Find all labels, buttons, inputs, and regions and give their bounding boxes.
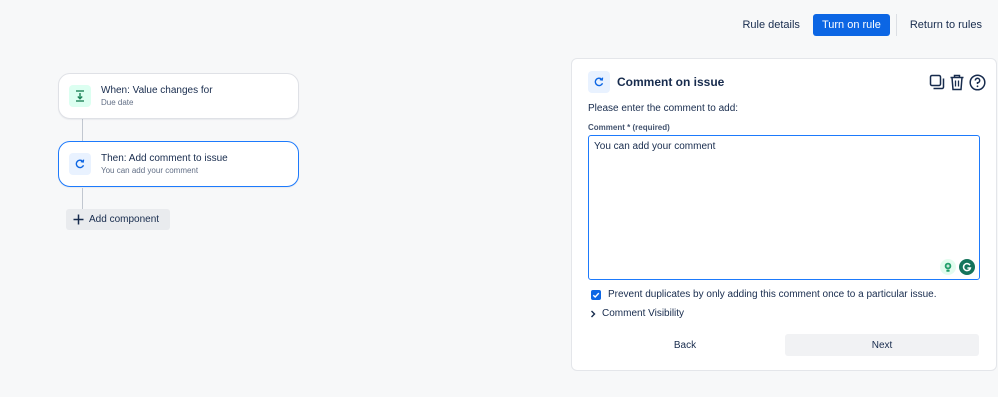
- comment-label-text: Comment *: [588, 123, 631, 132]
- top-toolbar: Rule details Turn on rule Return to rule…: [735, 14, 989, 36]
- comment-textarea[interactable]: [588, 135, 980, 280]
- prevent-duplicates-row: Prevent duplicates by only adding this c…: [591, 289, 937, 300]
- trigger-subtitle: Due date: [101, 98, 134, 107]
- required-note: (required): [632, 123, 670, 132]
- chevron-right-icon: [590, 310, 596, 318]
- comment-visibility-label: Comment Visibility: [602, 308, 685, 319]
- refresh-icon: [69, 153, 91, 175]
- trigger-card[interactable]: When: Value changes for Due date: [58, 73, 299, 119]
- return-to-rules-button[interactable]: Return to rules: [903, 14, 989, 36]
- toolbar-divider: [895, 14, 897, 36]
- rule-details-button[interactable]: Rule details: [735, 14, 806, 36]
- grammarly-icon[interactable]: [959, 259, 975, 275]
- grammar-tools: [940, 259, 975, 275]
- comment-field-label: Comment * (required): [588, 123, 670, 132]
- comment-prompt: Please enter the comment to add:: [588, 103, 739, 114]
- lightbulb-icon[interactable]: [940, 259, 956, 275]
- automation-rule-editor: Rule details Turn on rule Return to rule…: [0, 0, 998, 397]
- refresh-icon: [588, 71, 610, 93]
- download-arrow-icon: [69, 85, 91, 107]
- comment-config-panel: Comment on issue Please enter the commen…: [571, 58, 997, 371]
- plus-icon: [73, 214, 84, 225]
- add-component-label: Add component: [89, 214, 160, 225]
- prevent-duplicates-label: Prevent duplicates by only adding this c…: [608, 289, 937, 300]
- action-title: Then: Add comment to issue: [101, 153, 228, 164]
- help-icon[interactable]: [969, 73, 986, 91]
- action-subtitle: You can add your comment: [101, 166, 199, 175]
- panel-title: Comment on issue: [617, 75, 725, 89]
- panel-actions: [929, 73, 986, 91]
- trash-icon[interactable]: [949, 74, 965, 91]
- prevent-duplicates-checkbox[interactable]: [591, 289, 601, 300]
- next-button[interactable]: Next: [785, 334, 979, 356]
- turn-on-rule-button[interactable]: Turn on rule: [812, 14, 890, 36]
- add-component-button[interactable]: Add component: [66, 209, 170, 230]
- comment-visibility-toggle[interactable]: Comment Visibility: [590, 308, 684, 319]
- back-button[interactable]: Back: [588, 334, 782, 356]
- trigger-title: When: Value changes for: [101, 85, 213, 96]
- panel-header: Comment on issue: [588, 71, 986, 93]
- duplicate-icon[interactable]: [929, 74, 945, 90]
- action-card[interactable]: Then: Add comment to issue You can add y…: [58, 141, 299, 187]
- flow-connector: [82, 119, 83, 141]
- flow-connector: [82, 188, 83, 209]
